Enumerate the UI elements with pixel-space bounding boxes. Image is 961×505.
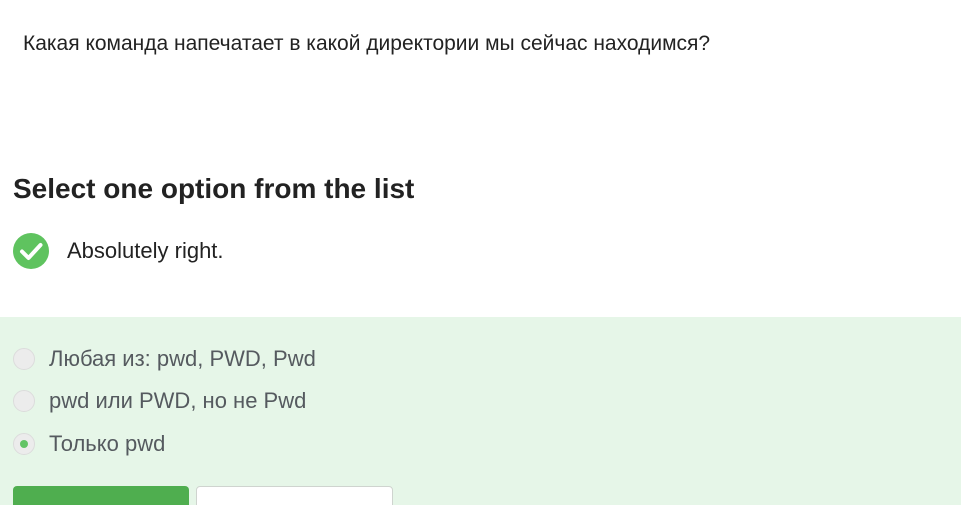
option-label: pwd или PWD, но не Pwd: [49, 388, 307, 413]
option-label: Любая из: pwd, PWD, Pwd: [49, 346, 316, 371]
question-text: Какая команда напечатает в какой директо…: [23, 32, 711, 55]
instruction-heading: Select one option from the list: [13, 173, 415, 204]
check-circle-icon: [13, 233, 49, 269]
options-panel: Любая из: pwd, PWD, Pwd pwd или PWD, но …: [0, 317, 961, 505]
option-label: Только pwd: [49, 431, 166, 456]
option-pwd-or-upper[interactable]: pwd или PWD, но не Pwd: [13, 387, 306, 415]
secondary-button[interactable]: [196, 486, 393, 505]
option-only-pwd[interactable]: Только pwd: [13, 430, 165, 458]
feedback-row: Absolutely right.: [13, 233, 224, 269]
submit-button[interactable]: [13, 486, 189, 505]
radio-button[interactable]: [13, 390, 35, 412]
radio-button-selected[interactable]: [13, 433, 35, 455]
option-any-case[interactable]: Любая из: pwd, PWD, Pwd: [13, 345, 316, 373]
feedback-text: Absolutely right.: [67, 238, 224, 263]
radio-button[interactable]: [13, 348, 35, 370]
quiz-page: Какая команда напечатает в какой директо…: [0, 0, 961, 505]
